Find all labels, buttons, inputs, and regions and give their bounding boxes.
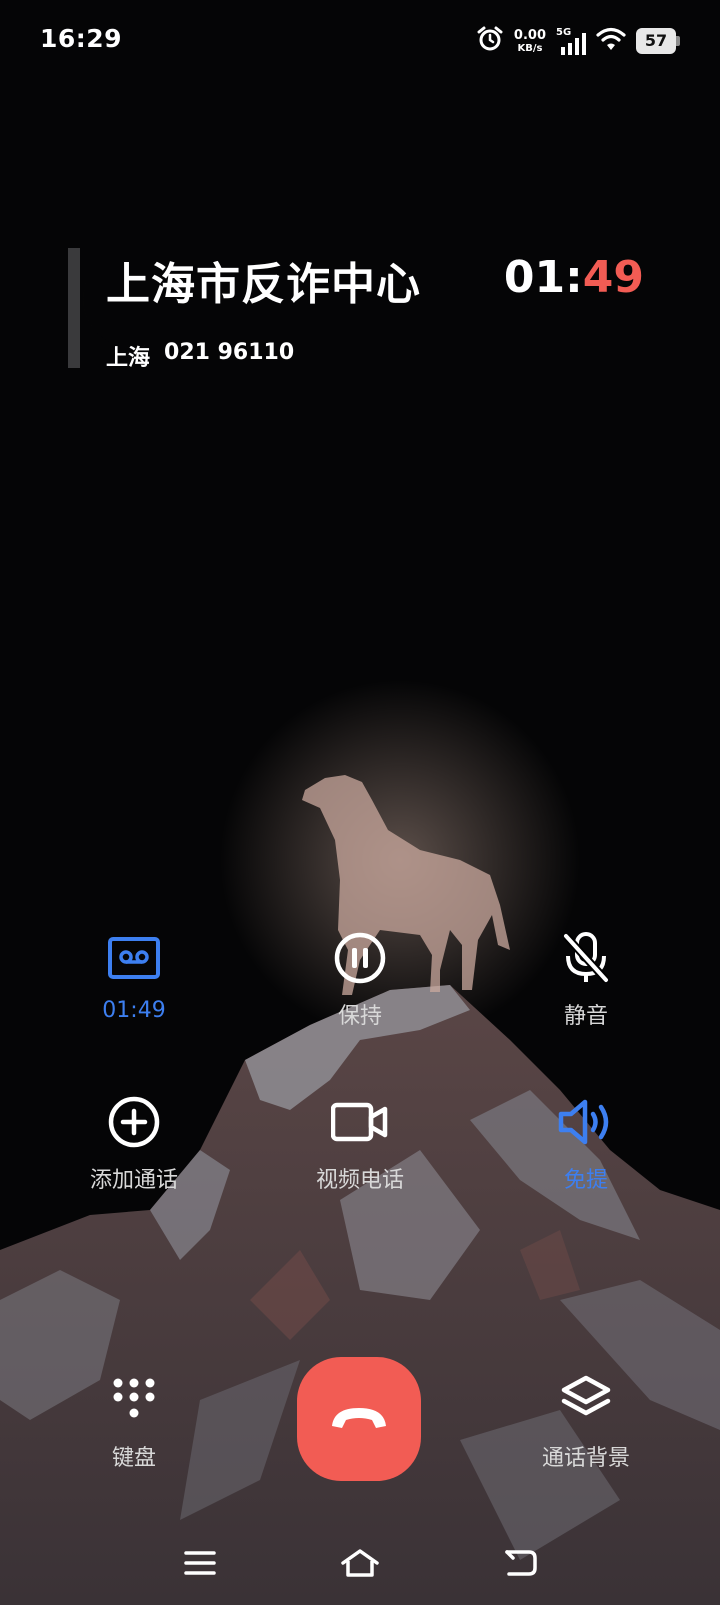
video-call-button[interactable]: 视频电话 <box>260 1090 460 1200</box>
mic-off-icon <box>554 926 618 990</box>
home-icon <box>340 1548 380 1582</box>
mute-button[interactable]: 静音 <box>486 926 686 1036</box>
menu-button[interactable] <box>178 1545 222 1585</box>
call-timer-separator: : <box>565 252 583 303</box>
record-label: 01:49 <box>102 998 166 1023</box>
call-background-button[interactable]: 通话背景 <box>486 1368 686 1478</box>
home-button[interactable] <box>338 1545 382 1585</box>
speaker-icon <box>554 1090 618 1154</box>
add-icon <box>102 1090 166 1154</box>
wifi-icon <box>596 27 626 55</box>
call-background-label: 通话背景 <box>541 1446 630 1471</box>
hang-up-icon <box>328 1402 390 1436</box>
video-icon <box>328 1090 392 1154</box>
keypad-label: 键盘 <box>111 1446 156 1471</box>
signal-icon: 5G <box>556 27 586 55</box>
back-button[interactable] <box>498 1545 542 1585</box>
speaker-label: 免提 <box>563 1168 608 1193</box>
mute-label: 静音 <box>563 1004 608 1029</box>
status-time: 16:29 <box>40 24 123 53</box>
call-timer-seconds: 49 <box>582 252 644 303</box>
menu-icon <box>184 1550 216 1580</box>
battery-icon: 57 <box>636 28 680 54</box>
call-timer: 01:49 <box>504 252 644 303</box>
record-icon <box>102 926 166 990</box>
battery-level: 57 <box>644 31 668 50</box>
add-call-label: 添加通话 <box>89 1168 178 1193</box>
video-call-label: 视频电话 <box>315 1168 404 1193</box>
back-icon <box>503 1548 537 1582</box>
record-button[interactable]: 01:49 <box>34 926 234 1036</box>
status-bar: 16:29 0.00 KB/s 5G 57 <box>0 0 720 82</box>
keypad-button[interactable]: 键盘 <box>34 1368 234 1478</box>
caller-info: 上海市反诈中心 01:49 上海 021 96110 <box>0 230 720 380</box>
speaker-button[interactable]: 免提 <box>486 1090 686 1200</box>
navigation-bar <box>0 1535 720 1595</box>
add-call-button[interactable]: 添加通话 <box>34 1090 234 1200</box>
caller-name: 上海市反诈中心 <box>106 259 421 310</box>
hold-label: 保持 <box>337 1004 382 1029</box>
network-speed-value: 0.00 <box>513 27 546 43</box>
hold-button[interactable]: 保持 <box>260 926 460 1036</box>
network-speed: 0.00 KB/s <box>514 29 546 54</box>
end-call-button[interactable] <box>297 1357 421 1481</box>
caller-number: 021 96110 <box>164 340 295 365</box>
network-speed-unit: KB/s <box>517 42 543 54</box>
alarm-icon <box>476 25 504 57</box>
pause-icon <box>328 926 392 990</box>
keypad-icon <box>102 1368 166 1432</box>
call-timer-minutes: 01 <box>503 252 566 303</box>
layers-icon <box>554 1368 618 1432</box>
status-indicators: 0.00 KB/s 5G 57 <box>476 24 680 58</box>
caller-location: 上海 <box>106 346 151 371</box>
caller-meta: 上海 021 96110 <box>106 340 294 372</box>
